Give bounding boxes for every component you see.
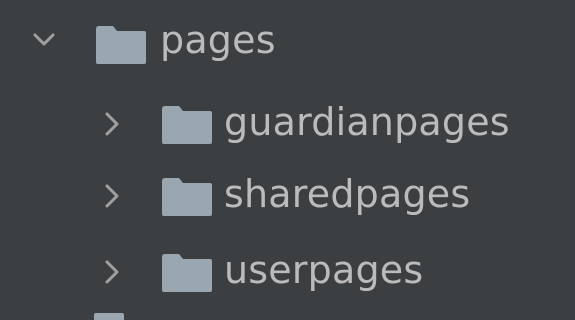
chevron-right-icon[interactable] (98, 258, 126, 286)
tree-node-pages[interactable]: pages (0, 12, 575, 76)
folder-icon (94, 23, 148, 65)
folder-icon (94, 313, 124, 320)
tree-node-label: userpages (224, 248, 424, 292)
tree-node-label: sharedpages (224, 172, 471, 216)
chevron-right-icon[interactable] (98, 110, 126, 138)
folder-icon (160, 251, 214, 293)
tree-node-guardianpages[interactable]: guardianpages (0, 92, 575, 156)
chevron-down-icon[interactable] (30, 26, 58, 54)
chevron-right-icon[interactable] (98, 182, 126, 210)
folder-icon (160, 103, 214, 145)
project-file-tree: pages guardianpages sharedpages userpage… (0, 0, 575, 320)
folder-icon (160, 175, 214, 217)
tree-node-label: guardianpages (224, 100, 510, 144)
tree-node-label: pages (160, 18, 276, 62)
tree-node-userpages[interactable]: userpages (0, 240, 575, 304)
tree-node-sharedpages[interactable]: sharedpages (0, 164, 575, 228)
